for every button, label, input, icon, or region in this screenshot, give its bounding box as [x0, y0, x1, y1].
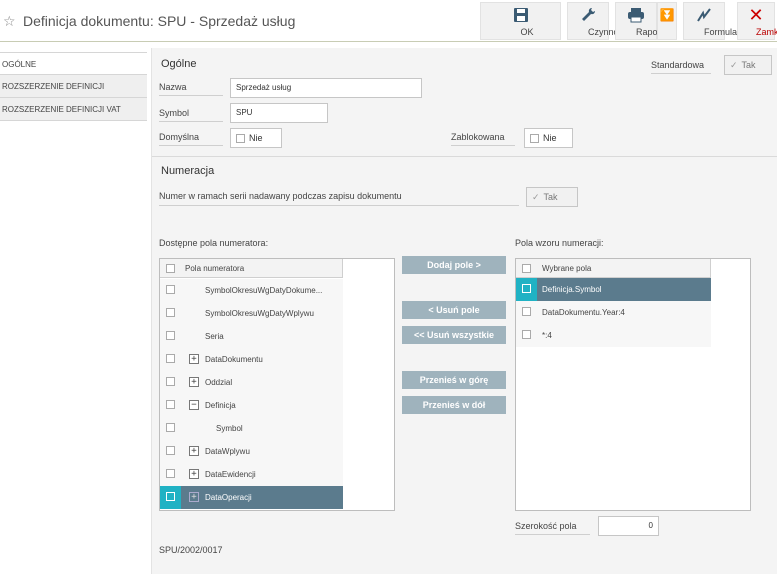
numbering-heading: Numeracja: [161, 165, 215, 177]
pattern-fields-header: Wybrane pola: [516, 259, 711, 278]
expand-icon[interactable]: +: [189, 492, 199, 502]
printer-icon: [616, 3, 656, 27]
expand-icon[interactable]: +: [189, 354, 199, 364]
expand-icon[interactable]: +: [189, 446, 199, 456]
standard-checkbox[interactable]: ✓ Tak: [724, 55, 772, 75]
blocked-label: Zablokowana: [451, 132, 515, 146]
checkmark-icon: ✓: [532, 192, 540, 202]
list-item-label: DataWplywu: [205, 447, 250, 456]
sidebar-item-general[interactable]: OGÓLNE: [0, 52, 147, 75]
row-checkbox[interactable]: [166, 400, 175, 409]
list-item[interactable]: Seria: [160, 325, 343, 348]
row-checkbox[interactable]: [166, 377, 175, 386]
row-checkbox[interactable]: [522, 307, 531, 316]
row-checkbox[interactable]: [166, 331, 175, 340]
list-item[interactable]: + Oddzial: [160, 371, 343, 394]
list-item[interactable]: + DataEwidencji: [160, 463, 343, 486]
row-checkbox[interactable]: [166, 469, 175, 478]
list-item[interactable]: Definicja.Symbol: [516, 278, 711, 301]
list-item-label: Symbol: [216, 424, 243, 433]
list-item-label: Definicja.Symbol: [542, 285, 602, 294]
list-item-label: Oddzial: [205, 378, 233, 387]
ok-button[interactable]: OK: [480, 2, 561, 40]
move-up-button[interactable]: Przenieś w górę: [402, 371, 506, 389]
signature-icon: [684, 3, 724, 27]
list-item-label: SymbolOkresuWgDatyWplywu: [205, 309, 314, 318]
expand-icon[interactable]: +: [189, 377, 199, 387]
name-field[interactable]: Sprzedaż usług: [230, 78, 422, 98]
row-checkbox[interactable]: [522, 330, 531, 339]
row-checkbox[interactable]: [166, 308, 175, 317]
remove-all-button[interactable]: << Usuń wszystkie: [402, 326, 506, 344]
list-item[interactable]: SymbolOkresuWgDatyWplywu: [160, 302, 343, 325]
default-label: Domyślna: [159, 132, 223, 146]
select-all-checkbox[interactable]: [166, 264, 175, 273]
list-item-label: DataDokumentu.Year:4: [542, 308, 625, 317]
row-checkbox[interactable]: [166, 354, 175, 363]
blocked-checkbox[interactable]: Nie: [524, 128, 573, 148]
serial-numbering-label: Numer w ramach serii nadawany podczas za…: [159, 191, 519, 206]
wrench-icon: [568, 3, 608, 27]
select-all-checkbox[interactable]: [522, 264, 531, 273]
move-down-button[interactable]: Przenieś w dół: [402, 396, 506, 414]
double-chevron-down-icon: ⏬: [659, 8, 675, 22]
row-checkbox[interactable]: [166, 492, 175, 501]
row-checkbox[interactable]: [166, 423, 175, 432]
close-button[interactable]: ✕ Zamknij: [737, 2, 777, 40]
sidebar-item-vat-extension[interactable]: ROZSZERZENIE DEFINICJI VAT: [0, 98, 147, 121]
list-item-label: DataDokumentu: [205, 355, 263, 364]
list-item[interactable]: + DataOperacji: [160, 486, 343, 509]
symbol-field[interactable]: SPU: [230, 103, 328, 123]
list-item-label: SymbolOkresuWgDatyDokume...: [205, 286, 323, 295]
list-item[interactable]: Symbol: [160, 417, 343, 440]
more-options-button[interactable]: ⏬: [657, 2, 677, 40]
list-item-label: Seria: [205, 332, 224, 341]
list-item[interactable]: SymbolOkresuWgDatyDokume...: [160, 279, 343, 302]
expand-icon[interactable]: +: [189, 469, 199, 479]
list-item-label: DataOperacji: [205, 493, 252, 502]
numbering-example: SPU/2002/0017: [159, 545, 223, 555]
sidebar-item-definition-extension[interactable]: ROZSZERZENIE DEFINICJI: [0, 75, 147, 98]
sidebar: OGÓLNE ROZSZERZENIE DEFINICJI ROZSZERZEN…: [0, 52, 147, 121]
save-icon: [481, 3, 560, 27]
section-divider: [152, 156, 777, 157]
list-item[interactable]: + DataWplywu: [160, 440, 343, 463]
main-panel: Ogólne Standardowa ✓ Tak Nazwa Sprzedaż u…: [151, 48, 777, 574]
symbol-label: Symbol: [159, 108, 223, 122]
general-heading: Ogólne: [161, 58, 197, 70]
list-item[interactable]: DataDokumentu.Year:4: [516, 301, 711, 324]
list-item-label: *:4: [542, 331, 552, 340]
favorite-star-icon[interactable]: ☆: [3, 13, 16, 30]
row-checkbox[interactable]: [166, 285, 175, 294]
row-checkbox[interactable]: [522, 284, 531, 293]
window-title: Definicja dokumentu: SPU - Sprzedaż usłu…: [23, 13, 296, 29]
list-item[interactable]: + DataDokumentu: [160, 348, 343, 371]
actions-button[interactable]: Czynności: [567, 2, 630, 40]
available-fields-label: Dostępne pola numeratora:: [159, 238, 269, 248]
row-checkbox[interactable]: [166, 446, 175, 455]
collapse-icon[interactable]: −: [189, 400, 199, 410]
available-fields-header: Pola numeratora: [160, 259, 343, 278]
list-item-label: Definicja: [205, 401, 236, 410]
title-bar: ☆ Definicja dokumentu: SPU - Sprzedaż us…: [0, 0, 777, 42]
pattern-fields-list[interactable]: Wybrane pola Definicja.Symbol DataDokumen…: [515, 258, 751, 511]
available-fields-list[interactable]: Pola numeratora SymbolOkresuWgDatyDokume…: [159, 258, 395, 511]
default-checkbox[interactable]: Nie: [230, 128, 282, 148]
pattern-fields-label: Pola wzoru numeracji:: [515, 238, 604, 248]
list-item-label: DataEwidencji: [205, 470, 256, 479]
name-label: Nazwa: [159, 82, 223, 96]
standard-label: Standardowa: [651, 60, 711, 74]
add-field-button[interactable]: Dodaj pole >: [402, 256, 506, 274]
field-width-label: Szerokość pola: [515, 521, 590, 535]
remove-field-button[interactable]: < Usuń pole: [402, 301, 506, 319]
checkmark-icon: ✓: [730, 60, 738, 70]
reports-button[interactable]: Raporty: [615, 2, 668, 40]
field-width-input[interactable]: 0: [598, 516, 659, 536]
close-icon: ✕: [748, 5, 764, 25]
form-button[interactable]: Formularz: [683, 2, 745, 40]
serial-numbering-checkbox[interactable]: ✓ Tak: [526, 187, 578, 207]
list-item[interactable]: *:4: [516, 324, 711, 347]
list-item[interactable]: − Definicja: [160, 394, 343, 417]
